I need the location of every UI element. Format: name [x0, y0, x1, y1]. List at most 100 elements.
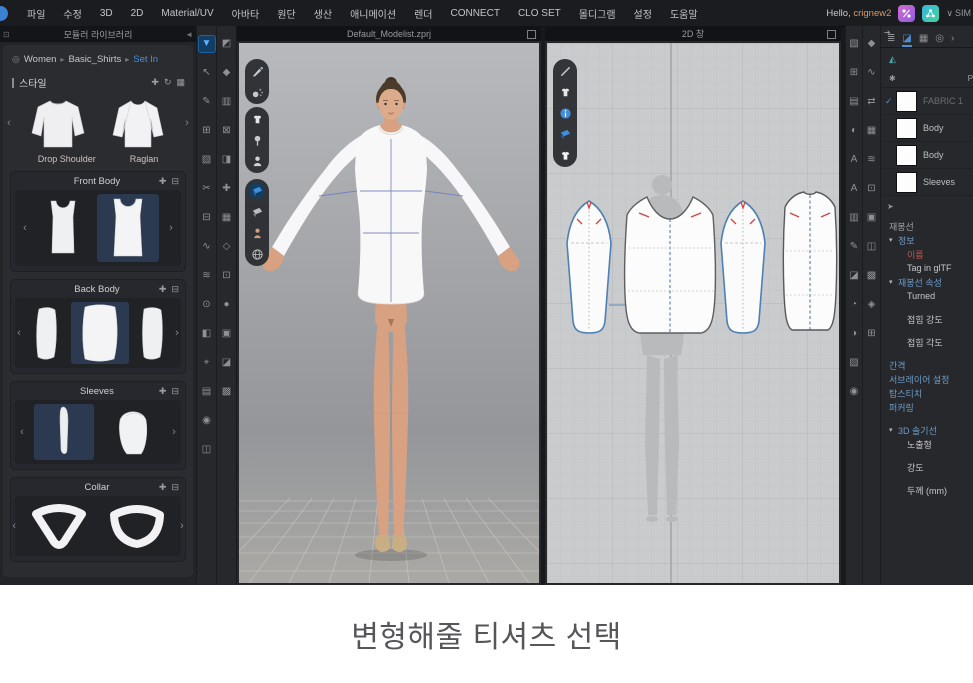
text-tool[interactable]: A: [846, 152, 862, 168]
annotate-tool[interactable]: ✎: [846, 239, 862, 255]
add-back-body-button[interactable]: ✚: [159, 284, 167, 295]
delete-collar-button[interactable]: ⊟: [171, 482, 179, 493]
property-row[interactable]: ▾ 퍼커링: [881, 401, 973, 413]
tab-pattern[interactable]: ▦: [919, 34, 928, 47]
seam-tool[interactable]: ∿: [199, 239, 215, 255]
property-row[interactable]: ▾ 접힘 각도: [881, 336, 973, 348]
garment-tool-1[interactable]: ◩: [219, 36, 235, 52]
next-sleeve-button[interactable]: ›: [170, 426, 178, 438]
partial-right-label[interactable]: ∨SIM: [946, 8, 971, 19]
menu-item[interactable]: 원단: [268, 6, 304, 21]
fold-arrange-tool[interactable]: ◧: [199, 326, 215, 342]
app-logo-icon[interactable]: [0, 6, 8, 21]
Body[interactable]: ✓ Body: [881, 115, 973, 142]
menu-item[interactable]: 애니메이션: [341, 6, 405, 21]
collapse-arrow-icon[interactable]: ➤: [881, 190, 894, 211]
add-front-body-button[interactable]: ✚: [159, 176, 167, 187]
menu-item[interactable]: 파일: [18, 6, 54, 21]
shirt-icon[interactable]: [558, 85, 572, 99]
canvas-2d[interactable]: [547, 43, 839, 583]
FABRIC 1[interactable]: ✓ FABRIC 1: [881, 88, 973, 115]
pen-line-icon[interactable]: [558, 64, 572, 78]
pattern-2d-tool-4[interactable]: ◐: [846, 123, 862, 139]
zipper-tool[interactable]: ◫: [199, 442, 215, 458]
mannequin-icon[interactable]: [250, 226, 264, 240]
delete-sleeve-button[interactable]: ⊟: [171, 386, 179, 397]
font-tool[interactable]: A: [846, 181, 862, 197]
property-row[interactable]: ▾ Turned: [881, 290, 973, 302]
delete-front-body-button[interactable]: ⊟: [171, 176, 179, 187]
panel-expand-icon[interactable]: ➔: [884, 28, 891, 37]
prev-back-body-button[interactable]: ‹: [17, 327, 21, 339]
prev-front-body-button[interactable]: ‹: [21, 222, 29, 234]
menu-item[interactable]: CLO SET: [509, 8, 570, 19]
menu-item[interactable]: 설정: [625, 6, 661, 21]
grading-tool-8[interactable]: ◫: [864, 239, 880, 255]
garment-tool-6[interactable]: ✚: [219, 181, 235, 197]
front-body-thumb-1[interactable]: [37, 197, 89, 259]
tab-fabric[interactable]: ◪: [902, 34, 911, 47]
next-front-body-button[interactable]: ›: [167, 222, 175, 234]
property-row[interactable]: ▾ 정보: [881, 234, 973, 246]
menu-item[interactable]: 렌더: [405, 6, 441, 21]
menu-item[interactable]: 3D: [91, 8, 122, 19]
tab-more[interactable]: ›: [951, 34, 954, 47]
back-body-thumb-2-selected[interactable]: [71, 302, 129, 364]
sleeve-thumb-1-selected[interactable]: [34, 404, 94, 460]
menu-item[interactable]: Material/UV: [152, 8, 222, 19]
property-row[interactable]: ▾ 서브레이어 설정: [881, 373, 973, 385]
cloth-view-icon[interactable]: [250, 205, 264, 219]
maximize-icon[interactable]: [827, 30, 836, 39]
Sleeves[interactable]: ✓ Sleeves: [881, 169, 973, 196]
grading-tool-10[interactable]: ◈: [864, 297, 880, 313]
pattern-2d-tool-10[interactable]: ◉: [846, 384, 862, 400]
menu-item[interactable]: 수정: [54, 6, 90, 21]
panel-collapse-icon[interactable]: ◄: [185, 30, 193, 39]
pattern-piece-sleeve-right[interactable]: [721, 201, 765, 333]
style-thumb-drop-shoulder[interactable]: [23, 94, 93, 152]
property-row[interactable]: ▾ 접힘 강도: [881, 313, 973, 325]
grading-tool-3[interactable]: ⇄: [864, 94, 880, 110]
grading-tool-7[interactable]: ▣: [864, 210, 880, 226]
garment-tool-12[interactable]: ◪: [219, 355, 235, 371]
garment-tool-11[interactable]: ▣: [219, 326, 235, 342]
simulate-tool[interactable]: ▼: [199, 36, 215, 52]
add-collar-button[interactable]: ✚: [159, 482, 167, 493]
back-body-thumb-3[interactable]: [137, 305, 167, 361]
grading-tool-1[interactable]: ◆: [864, 36, 880, 52]
brush-icon[interactable]: [250, 64, 264, 78]
prev-collar-button[interactable]: ‹: [12, 520, 16, 532]
panel-dock-icon[interactable]: ⊡: [3, 30, 10, 39]
property-row[interactable]: ▾ 3D 솔기선: [881, 424, 973, 436]
view-mode-button[interactable]: ▦: [176, 77, 185, 88]
tape-tool[interactable]: ▤: [199, 384, 215, 400]
pattern-2d-tool-5[interactable]: ▥: [846, 210, 862, 226]
spray-icon[interactable]: [250, 85, 264, 99]
Body[interactable]: ✓ Body: [881, 142, 973, 169]
pattern-2d-tool-1[interactable]: ▧: [846, 36, 862, 52]
sleeve-thumb-2[interactable]: [102, 404, 162, 460]
button-tool[interactable]: ◉: [199, 413, 215, 429]
add-sleeve-button[interactable]: ✚: [159, 386, 167, 397]
breadcrumb-leaf[interactable]: Set In: [133, 54, 158, 65]
fabric-view-icon[interactable]: [250, 184, 264, 198]
canvas-3d[interactable]: [239, 43, 539, 583]
grading-tool-4[interactable]: ▦: [864, 123, 880, 139]
notch-tool[interactable]: ⊟: [199, 210, 215, 226]
garment-tool-10[interactable]: ●: [219, 297, 235, 313]
front-body-thumb-2-selected[interactable]: [97, 194, 159, 262]
breadcrumb-mid[interactable]: Basic_Shirts: [68, 54, 121, 65]
tab-trim[interactable]: ◎: [935, 34, 944, 47]
collar-thumb-round[interactable]: [102, 500, 172, 552]
property-row[interactable]: ▾ 강도: [881, 461, 973, 473]
prev-style-button[interactable]: ‹: [5, 117, 13, 129]
garment-tool-9[interactable]: ⊡: [219, 268, 235, 284]
pin-tool[interactable]: ⊙: [199, 297, 215, 313]
refresh-button[interactable]: ↻: [164, 77, 172, 88]
menu-item[interactable]: 도움말: [661, 6, 707, 21]
fabric-blue-icon[interactable]: [558, 127, 572, 141]
property-row[interactable]: ▾ 재봉선: [881, 220, 973, 232]
pattern-piece-sleeve-left[interactable]: [567, 201, 611, 333]
pattern-piece-back-body[interactable]: [783, 192, 836, 330]
grading-tool-5[interactable]: ≋: [864, 152, 880, 168]
